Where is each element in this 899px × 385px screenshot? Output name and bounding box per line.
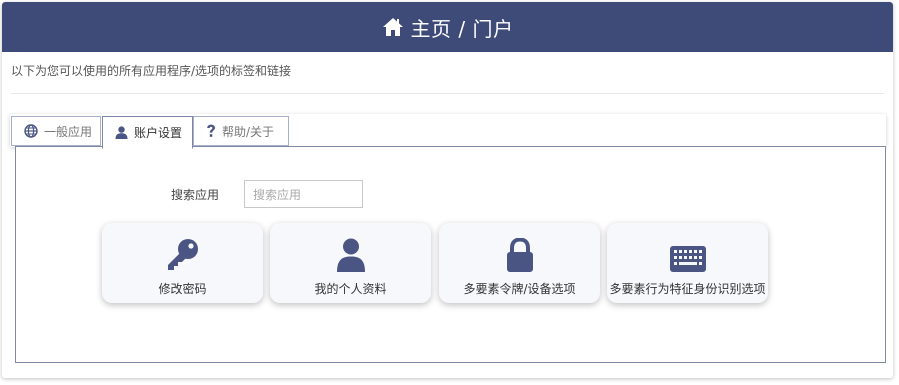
- card-label: 修改密码: [158, 282, 207, 296]
- tab-label: 账户设置: [134, 126, 183, 140]
- question-icon: [206, 124, 216, 138]
- tab-account-settings[interactable]: 账户设置: [102, 116, 193, 149]
- card-label: 我的个人资料: [314, 282, 387, 296]
- search-input[interactable]: [244, 180, 363, 208]
- globe-icon: [24, 124, 38, 138]
- page-description: 以下为您可以使用的所有应用程序/选项的标签和链接: [11, 64, 292, 78]
- search-label: 搜索应用: [171, 188, 220, 202]
- card-change-password[interactable]: 修改密码: [102, 223, 263, 303]
- header-bar: 主页 / 门户: [2, 2, 893, 52]
- keyboard-icon: [669, 238, 706, 272]
- home-icon: [382, 17, 404, 37]
- tab-content-panel: 搜索应用 修改密码 我的个人资料 多要素令牌/设备选项: [15, 146, 886, 363]
- user-icon: [336, 238, 366, 272]
- card-label: 多要素行为特征身份识别选项: [609, 282, 766, 296]
- user-icon: [115, 126, 128, 139]
- page-title: 主页 / 门户: [410, 16, 514, 41]
- key-icon: [166, 238, 200, 272]
- divider: [11, 93, 884, 94]
- portal-window: 主页 / 门户 以下为您可以使用的所有应用程序/选项的标签和链接 一般应用 账户…: [2, 2, 893, 378]
- tab-general-apps[interactable]: 一般应用: [11, 116, 101, 146]
- tab-label: 一般应用: [44, 124, 93, 139]
- tab-label: 帮助/关于: [222, 124, 275, 139]
- card-mfa-behavior-biometrics[interactable]: 多要素行为特征身份识别选项: [607, 223, 768, 303]
- tab-bar: 一般应用 账户设置 帮助/关于: [10, 114, 886, 149]
- card-mfa-token-options[interactable]: 多要素令牌/设备选项: [439, 223, 600, 303]
- lock-icon: [505, 238, 535, 272]
- tab-help-about[interactable]: 帮助/关于: [193, 116, 289, 146]
- card-label: 多要素令牌/设备选项: [463, 282, 576, 296]
- card-my-profile[interactable]: 我的个人资料: [270, 223, 431, 303]
